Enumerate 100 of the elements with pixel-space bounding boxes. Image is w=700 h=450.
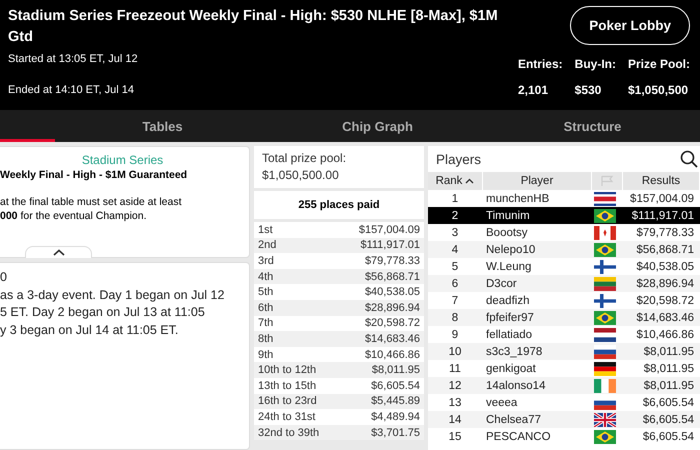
- payout-cell: $40,538.05: [364, 286, 420, 298]
- event-subtitle: Weekly Final - High - $1M Guaranteed: [0, 169, 188, 181]
- player-row[interactable]: 12 14alonso14 $8,011.95: [428, 377, 700, 394]
- country-flag-icon: [594, 260, 616, 274]
- tab[interactable]: Tables: [55, 110, 270, 142]
- player-name-cell-text: Chelsea77: [485, 414, 542, 426]
- search-icon[interactable]: [680, 150, 698, 168]
- place-cell: 6th: [258, 302, 274, 314]
- payout-cell: $8,011.95: [372, 364, 420, 376]
- prize-pool-label: Total prize pool:: [262, 150, 348, 167]
- result-cell-text: $157,004.09: [629, 192, 695, 204]
- stat-label: Buy-In:: [574, 57, 616, 71]
- player-name-cell-text: veeea: [485, 396, 518, 408]
- rank-cell-text: 3: [450, 226, 460, 238]
- place-cell: 1st: [258, 224, 273, 236]
- rank-cell-text: 9: [450, 328, 460, 340]
- place-cell: 10th to 12th: [258, 364, 316, 376]
- rank-cell-text: 13: [448, 396, 462, 408]
- player-row[interactable]: 7 deadfizh $20,598.72: [428, 292, 700, 309]
- place-cell: 13th to 15th: [258, 380, 316, 392]
- place-cell: 32nd to 39th: [258, 426, 320, 439]
- player-name-cell-text: Boootsy: [485, 226, 529, 238]
- place-cell: 7th: [258, 317, 274, 330]
- stat-value: 2,101: [518, 83, 549, 97]
- rank-cell-text: 8: [450, 312, 460, 324]
- player-row[interactable]: 2 Timunim $111,917.01: [428, 207, 700, 224]
- player-row[interactable]: 9 fellatiado $10,466.86: [428, 326, 700, 343]
- start-time: Started at 13:05 ET, Jul 12: [8, 53, 139, 65]
- player-row[interactable]: 8 fpfeifer97 $14,683.46: [428, 309, 700, 326]
- player-name-cell-text: s3c3_1978: [485, 346, 544, 358]
- result-cell-text: $56,868.71: [635, 244, 695, 256]
- country-flag-icon: [594, 344, 616, 358]
- player-column-header[interactable]: Player: [483, 172, 592, 190]
- player-name-cell-text: Nelepo10: [485, 244, 536, 256]
- place-cell: 2nd: [258, 239, 276, 252]
- tab[interactable]: Structure: [485, 110, 700, 142]
- place-cell: 3rd: [258, 254, 274, 267]
- player-name-cell-text: munchenHB: [485, 192, 550, 204]
- player-row[interactable]: 1 munchenHB $157,004.09: [428, 190, 700, 207]
- player-row[interactable]: 6 D3cor $28,896.94: [428, 275, 700, 292]
- player-row[interactable]: 3 Boootsy $79,778.33: [428, 224, 700, 241]
- poker-lobby-button[interactable]: Poker Lobby: [570, 6, 690, 45]
- rank-column-header[interactable]: Rank: [428, 172, 483, 190]
- rank-cell-text: 5: [450, 260, 460, 272]
- payout-cell: $5,445.89: [371, 395, 420, 408]
- tab[interactable]: Chip Graph: [270, 110, 485, 142]
- result-cell-text: $14,683.46: [635, 312, 695, 324]
- country-flag-icon: [594, 362, 616, 376]
- payout-cell: $157,004.09: [358, 224, 420, 236]
- place-cell: 8th: [258, 332, 274, 345]
- payout-cell: $14,683.46: [364, 332, 420, 345]
- player-row[interactable]: 10 s3c3_1978 $8,011.95: [428, 343, 700, 360]
- payout-cell: $20,598.72: [364, 317, 420, 330]
- country-flag-icon: [594, 192, 616, 206]
- result-cell-text: $6,605.54: [642, 396, 695, 408]
- country-flag-icon: [594, 276, 616, 290]
- player-name-cell-text: Timunim: [485, 210, 531, 222]
- payout-cell: $4,489.94: [371, 410, 420, 423]
- result-cell-text: $6,605.54: [642, 430, 695, 442]
- result-cell-text: $40,538.05: [635, 260, 695, 272]
- country-flag-icon: [594, 310, 616, 324]
- payout-cell: $79,778.33: [364, 254, 420, 267]
- place-cell: 5th: [258, 286, 274, 298]
- player-row[interactable]: 5 W.Leung $40,538.05: [428, 258, 700, 275]
- player-name-cell-text: PESCANCO: [485, 430, 552, 442]
- payout-cell: $111,917.01: [360, 239, 420, 252]
- rank-cell-text: 12: [448, 380, 462, 392]
- place-cell: 16th to 23rd: [258, 395, 317, 408]
- player-row[interactable]: 14 Chelsea77 $6,605.54: [428, 411, 700, 428]
- player-row[interactable]: 13 veeea $6,605.54: [428, 394, 700, 411]
- result-cell-text: $8,011.95: [642, 380, 695, 392]
- results-column-header[interactable]: Results: [623, 172, 700, 190]
- rank-cell-text: 14: [448, 414, 462, 426]
- rank-cell-text: 7: [450, 294, 460, 306]
- result-cell-text: $20,598.72: [635, 294, 695, 306]
- player-name-cell-text: deadfizh: [485, 294, 530, 306]
- details-text: y 3 began on Jul 14 at 11:05 ET.: [0, 322, 180, 339]
- rank-cell-text: 1: [450, 192, 460, 204]
- country-flag-icon: [594, 430, 616, 444]
- sort-caret-icon: [465, 178, 474, 184]
- place-cell: 24th to 31st: [258, 410, 316, 423]
- collapse-tab[interactable]: [25, 246, 92, 258]
- player-row[interactable]: 15 PESCANCO $6,605.54: [428, 428, 700, 445]
- payout-cell: $10,466.86: [364, 348, 420, 361]
- country-flag-icon: [594, 328, 616, 342]
- player-name-cell-text: fellatiado: [485, 328, 534, 340]
- result-cell-text: $8,011.95: [642, 346, 695, 358]
- details-text: 5 ET. Day 2 began on Jul 13 at 11:05: [0, 304, 206, 321]
- player-name-cell-text: genkigoat: [485, 362, 537, 374]
- result-cell-text: $111,917.01: [630, 210, 695, 222]
- player-row[interactable]: 4 Nelepo10 $56,868.71: [428, 241, 700, 258]
- series-name: Stadium Series: [80, 153, 164, 167]
- stat-label: Prize Pool:: [628, 57, 690, 71]
- payout-cell: $6,605.54: [371, 380, 420, 392]
- player-row[interactable]: 11 genkigoat $8,011.95: [428, 360, 700, 377]
- tournament-title: Stadium Series Freezeout Weekly Final - High: $530 NLHE [8-Max], $1M Gtd: [8, 7, 499, 47]
- details-text: as a 3-day event. Day 1 began on Jul 12: [0, 286, 226, 304]
- rank-cell-text: 6: [450, 278, 460, 290]
- info-text: at the final table must set aside at least 000 for the eventual Champion.: [0, 195, 183, 223]
- result-cell-text: $6,605.54: [642, 414, 695, 426]
